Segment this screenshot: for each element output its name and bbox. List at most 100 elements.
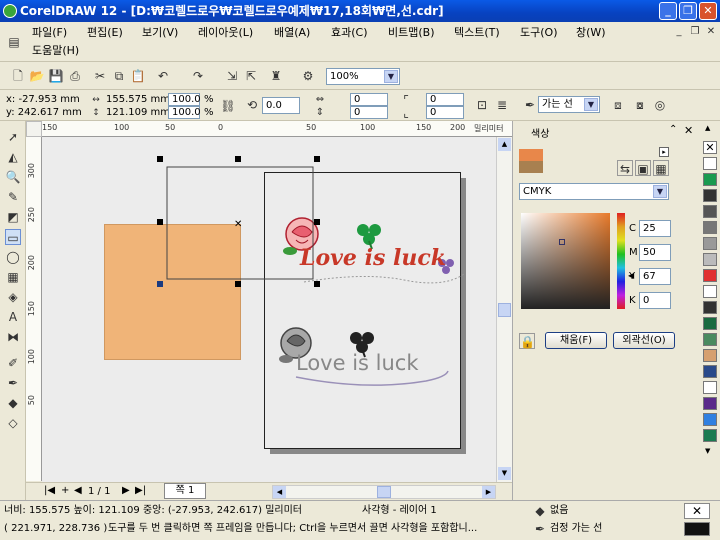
- color-palettes-icon[interactable]: ▦: [653, 160, 669, 176]
- y-position[interactable]: y: 242.617 mm: [6, 106, 82, 120]
- outline-width-select[interactable]: 가는 선 ▼: [538, 96, 600, 113]
- palette-swatch[interactable]: [703, 397, 717, 410]
- menu-help[interactable]: 도움말(H): [26, 41, 85, 61]
- ruler-origin[interactable]: [26, 121, 42, 137]
- zoom-select[interactable]: 100% ▼: [326, 68, 400, 85]
- lock-icon[interactable]: 🔒: [519, 333, 535, 349]
- doc-restore-button[interactable]: ❐: [688, 25, 702, 39]
- text-tool-icon[interactable]: A: [5, 309, 21, 325]
- palette-swatch[interactable]: [703, 253, 717, 266]
- black-input[interactable]: 0: [639, 292, 671, 309]
- outline-button[interactable]: 외곽선(O): [613, 332, 675, 349]
- vertical-ruler[interactable]: 300 250 200 150 100 50: [26, 137, 42, 481]
- scroll-thumb[interactable]: [498, 303, 511, 317]
- menu-tools[interactable]: 도구(O): [514, 23, 563, 43]
- rotation-input[interactable]: 0.0: [262, 97, 300, 114]
- to-front-icon[interactable]: ⧈: [610, 97, 626, 113]
- love-is-luck-gray[interactable]: Love is luck: [296, 351, 419, 375]
- color-model-select[interactable]: CMYK ▼: [519, 183, 669, 200]
- color-viewers-icon[interactable]: ⇆: [617, 160, 633, 176]
- palette-swatch[interactable]: [703, 333, 717, 346]
- scale-height-input[interactable]: 100.0: [168, 106, 201, 119]
- corner-roundness-4[interactable]: 0: [426, 106, 464, 119]
- x-position[interactable]: x: -27.953 mm: [6, 93, 80, 107]
- color-square-picker[interactable]: [521, 213, 610, 309]
- palette-swatch[interactable]: [703, 285, 717, 298]
- palette-swatch[interactable]: [703, 221, 717, 234]
- corner-roundness-3[interactable]: 0: [426, 93, 464, 106]
- application-launcher-icon[interactable]: ♜: [268, 68, 284, 84]
- to-back-icon[interactable]: ⧇: [632, 97, 648, 113]
- doc-minimize-button[interactable]: _: [672, 25, 686, 39]
- fill-button[interactable]: 채움(F): [545, 332, 607, 349]
- export-icon[interactable]: ⇱: [243, 68, 259, 84]
- doc-close-button[interactable]: ✕: [704, 25, 718, 39]
- maximize-button[interactable]: ❐: [679, 2, 697, 20]
- menu-arrange[interactable]: 배열(A): [268, 23, 316, 43]
- palette-scroll-up-icon[interactable]: ▲: [705, 124, 710, 132]
- menu-effects[interactable]: 효과(C): [325, 23, 374, 43]
- corner-roundness-2[interactable]: 0: [350, 106, 388, 119]
- palette-swatch[interactable]: [703, 429, 717, 442]
- menu-window[interactable]: 창(W): [570, 23, 612, 43]
- first-page-icon[interactable]: |◀: [44, 485, 55, 496]
- cut-icon[interactable]: ✂: [92, 68, 108, 84]
- redo-icon[interactable]: ↷: [190, 68, 206, 84]
- palette-swatch[interactable]: [703, 349, 717, 362]
- palette-swatch[interactable]: [703, 317, 717, 330]
- yellow-input[interactable]: 67: [639, 268, 671, 285]
- cyan-input[interactable]: 25: [639, 220, 671, 237]
- hue-slider[interactable]: [617, 213, 625, 309]
- shape-tool-icon[interactable]: ◭: [5, 149, 21, 165]
- interactive-fill-tool-icon[interactable]: ◇: [5, 415, 21, 431]
- palette-swatch[interactable]: [703, 301, 717, 314]
- height-value[interactable]: 121.109 mm: [106, 106, 170, 120]
- corel-online-icon[interactable]: ⚙: [300, 68, 316, 84]
- copy-icon[interactable]: ⧉: [111, 68, 127, 84]
- palette-swatch[interactable]: [703, 381, 717, 394]
- undo-icon[interactable]: ↶: [155, 68, 171, 84]
- corner-roundness-1[interactable]: 0: [350, 93, 388, 106]
- palette-swatch[interactable]: [703, 189, 717, 202]
- docker-pin-icon[interactable]: ⌃: [669, 124, 677, 135]
- menu-file[interactable]: 파일(F): [26, 23, 73, 43]
- horizontal-ruler[interactable]: 150 100 50 0 50 100 150 200 밀리미터: [26, 121, 514, 137]
- hscroll-thumb[interactable]: [377, 486, 391, 498]
- drawing-canvas[interactable]: ✕ Love is luck Love is luck: [42, 137, 496, 482]
- docker-close-icon[interactable]: ✕: [684, 124, 693, 137]
- import-icon[interactable]: ⇲: [224, 68, 240, 84]
- new-icon[interactable]: 🗋: [10, 68, 26, 84]
- rectangle-tool-icon[interactable]: ▭: [5, 229, 21, 245]
- mirror-vertical-icon[interactable]: ⇕: [312, 105, 328, 121]
- palette-swatch[interactable]: [703, 365, 717, 378]
- vertical-scrollbar[interactable]: ▲ ▼: [496, 137, 512, 482]
- basic-shapes-tool-icon[interactable]: ◈: [5, 289, 21, 305]
- palette-swatch[interactable]: [703, 413, 717, 426]
- scroll-left-icon[interactable]: ◀: [273, 486, 286, 498]
- minimize-button[interactable]: _: [659, 2, 677, 20]
- last-page-icon[interactable]: ▶|: [135, 485, 146, 496]
- smart-fill-tool-icon[interactable]: ◩: [5, 209, 21, 225]
- menu-text[interactable]: 텍스트(T): [448, 23, 506, 43]
- add-page-icon[interactable]: +: [61, 485, 69, 496]
- width-value[interactable]: 155.575 mm: [106, 93, 170, 107]
- menu-edit[interactable]: 편집(E): [81, 23, 129, 43]
- interactive-blend-tool-icon[interactable]: ⧓: [5, 329, 21, 345]
- palette-swatch[interactable]: [703, 269, 717, 282]
- save-icon[interactable]: 💾: [48, 68, 64, 84]
- outline-tool-icon[interactable]: ✒: [5, 375, 21, 391]
- lock-ratio-icon[interactable]: ⛓: [220, 98, 236, 114]
- pick-tool-icon[interactable]: ➚: [5, 129, 21, 145]
- eyedropper-icon[interactable]: ▸: [659, 147, 669, 157]
- polygon-tool-icon[interactable]: ▦: [5, 269, 21, 285]
- prev-page-icon[interactable]: ◀: [74, 485, 82, 496]
- ellipse-tool-icon[interactable]: ◯: [5, 249, 21, 265]
- next-page-icon[interactable]: ▶: [122, 485, 130, 496]
- wrap-text-icon[interactable]: ≣: [494, 97, 510, 113]
- magenta-input[interactable]: 50: [639, 244, 671, 261]
- menu-view[interactable]: 보기(V): [136, 23, 184, 43]
- page-tab[interactable]: 쪽 1: [164, 483, 206, 499]
- scroll-right-icon[interactable]: ▶: [482, 486, 495, 498]
- menu-bitmaps[interactable]: 비트맵(B): [382, 23, 441, 43]
- horizontal-scrollbar[interactable]: ◀ ▶: [272, 485, 496, 499]
